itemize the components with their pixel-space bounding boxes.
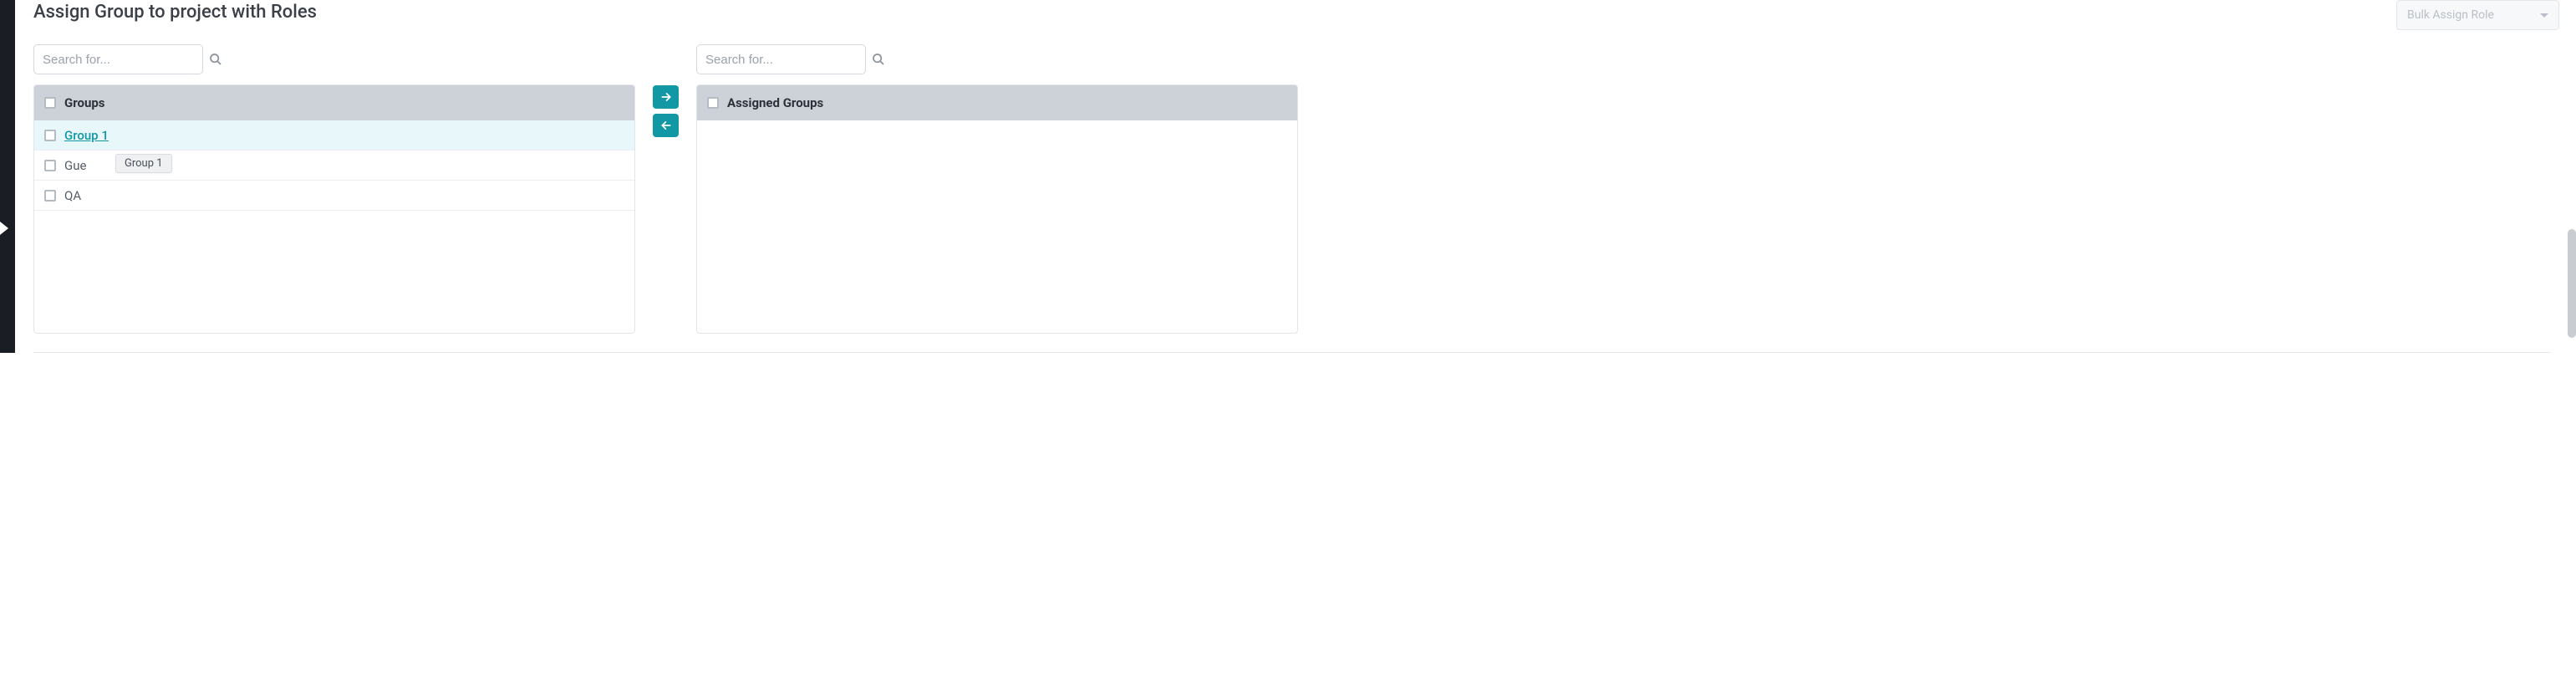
search-assigned-groups[interactable] [696, 44, 866, 74]
sidebar-edge [0, 0, 15, 353]
group-label: Gue [64, 158, 86, 173]
row-checkbox[interactable] [44, 190, 56, 202]
search-available-groups[interactable] [33, 44, 203, 74]
search-input[interactable] [705, 53, 872, 67]
divider [33, 352, 2551, 353]
list-item[interactable]: Group 1 [34, 120, 634, 151]
search-icon [209, 53, 222, 66]
assigned-groups-panel: Assigned Groups [696, 44, 1298, 334]
available-groups-panel: Groups Group 1 Gue Group 1 QA [33, 44, 635, 334]
select-all-checkbox[interactable] [44, 97, 56, 109]
transfer-controls [653, 85, 679, 137]
unassign-button[interactable] [653, 114, 679, 137]
bulk-assign-label: Bulk Assign Role [2407, 8, 2494, 22]
list-header-groups: Groups [34, 85, 634, 120]
search-icon [872, 53, 885, 66]
arrow-right-icon [659, 91, 673, 103]
list-body [697, 120, 1297, 333]
list-header-label: Groups [64, 95, 105, 110]
arrow-left-icon [659, 120, 673, 131]
group-link[interactable]: Group 1 [64, 128, 109, 143]
tooltip: Group 1 [115, 154, 172, 173]
bulk-assign-role-select[interactable]: Bulk Assign Role [2396, 0, 2559, 30]
select-all-checkbox[interactable] [707, 97, 719, 109]
row-checkbox[interactable] [44, 130, 56, 141]
assigned-groups-list: Assigned Groups [696, 84, 1298, 334]
sidebar-indicator-icon [0, 222, 8, 235]
list-item[interactable]: QA [34, 181, 634, 211]
list-item[interactable]: Gue Group 1 [34, 151, 634, 181]
list-header-label: Assigned Groups [727, 95, 823, 110]
row-checkbox[interactable] [44, 160, 56, 171]
chevron-down-icon [2540, 13, 2548, 18]
group-label: QA [64, 188, 81, 203]
scrollbar-thumb[interactable] [2568, 229, 2576, 338]
list-body: Group 1 Gue Group 1 QA [34, 120, 634, 333]
page-title: Assign Group to project with Roles [33, 0, 2559, 23]
list-header-assigned: Assigned Groups [697, 85, 1297, 120]
search-input[interactable] [43, 53, 209, 67]
available-groups-list: Groups Group 1 Gue Group 1 QA [33, 84, 635, 334]
assign-button[interactable] [653, 85, 679, 109]
